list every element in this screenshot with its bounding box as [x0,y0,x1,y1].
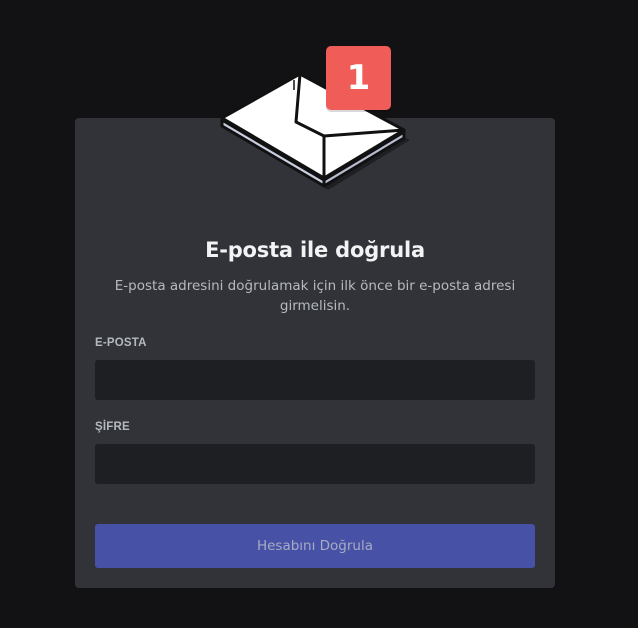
email-label: E-POSTA [95,337,147,349]
email-field[interactable] [95,360,535,400]
verify-account-button[interactable]: Hesabını Doğrula [95,524,535,568]
page: E-posta ile doğrula E-posta adresini doğ… [0,0,638,628]
password-label: ŞİFRE [95,421,130,433]
page-title: E-posta ile doğrula [205,238,425,262]
password-field[interactable] [95,444,535,484]
page-subtitle: E-posta adresini doğrulamak için ilk önc… [114,278,516,314]
notification-count-badge: 1 [326,46,391,110]
